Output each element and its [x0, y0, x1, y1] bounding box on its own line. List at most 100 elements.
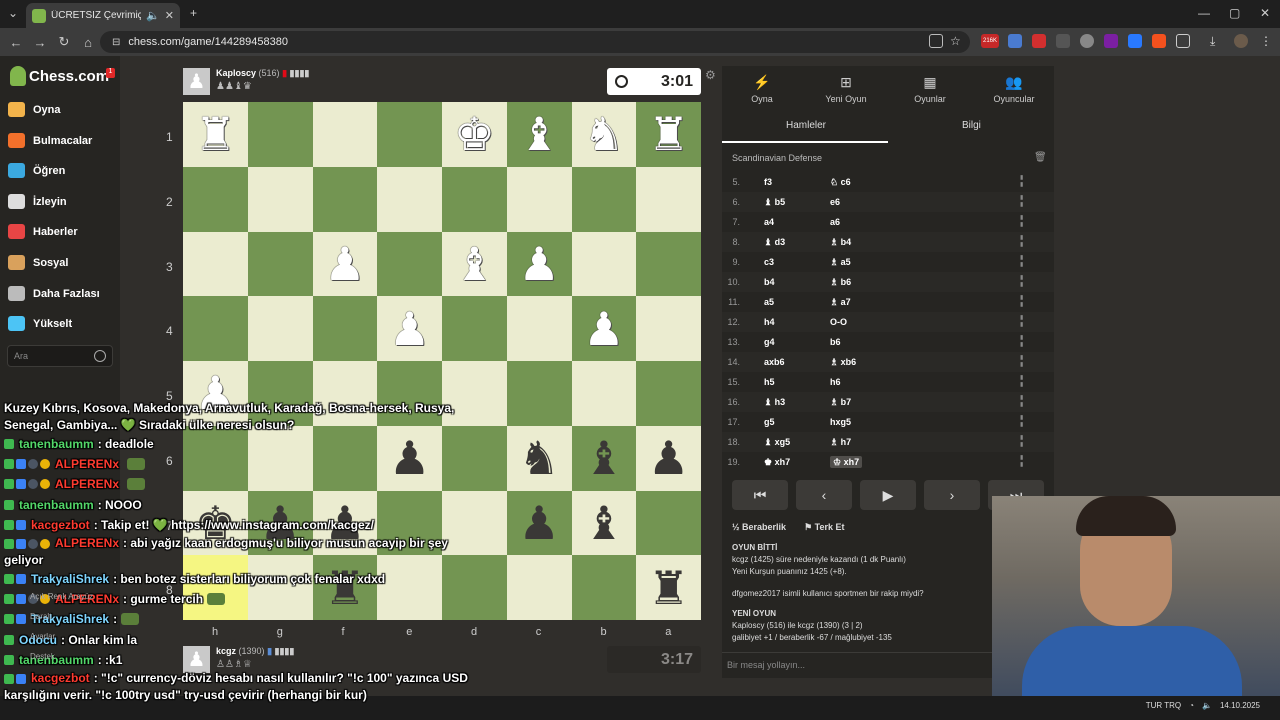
board-square[interactable]: ♟	[571, 296, 637, 361]
black-move[interactable]: ♗ b7	[830, 397, 1020, 408]
black-move[interactable]: a6	[830, 217, 1020, 227]
draw-button[interactable]: ½ Beraberlik	[732, 522, 786, 533]
white-move[interactable]: f3	[764, 177, 830, 187]
sidebar-item-7[interactable]: Yükselt	[8, 316, 72, 331]
white-move[interactable]: axb6	[764, 357, 830, 367]
board-square[interactable]	[571, 555, 637, 620]
black-bishop-piece[interactable]: ♝	[583, 435, 624, 481]
black-move[interactable]: ♗ xb6	[830, 357, 1020, 368]
black-move[interactable]: ♗ b4	[830, 237, 1020, 248]
black-move[interactable]: ♗ h7	[830, 437, 1020, 448]
extension-orange-icon[interactable]	[1152, 34, 1166, 48]
board-square[interactable]	[377, 166, 442, 232]
black-pawn-piece[interactable]: ♟	[519, 500, 560, 546]
white-pawn-piece[interactable]: ♟	[519, 241, 560, 287]
black-move[interactable]: ♘ c6	[830, 177, 1020, 188]
extensions-puzzle-icon[interactable]	[1176, 34, 1190, 48]
home-icon[interactable]: ⌂	[76, 35, 100, 50]
board-square[interactable]: ♟	[506, 490, 572, 556]
tab-new-game[interactable]: ⊞ Yeni Oyun	[806, 74, 886, 104]
board-square[interactable]: ♟	[377, 296, 442, 361]
board-square[interactable]	[636, 490, 701, 556]
board-square[interactable]	[506, 555, 572, 620]
maximize-icon[interactable]: ▢	[1229, 6, 1240, 20]
white-king-piece[interactable]: ♚	[454, 111, 495, 157]
sidebar-item-4[interactable]: Haberler	[8, 224, 78, 239]
board-square[interactable]	[312, 296, 378, 361]
black-move[interactable]: h6	[830, 377, 1020, 387]
speaker-icon[interactable]: 🔈	[146, 9, 160, 22]
board-square[interactable]: ♜	[636, 102, 701, 167]
chat-username[interactable]: ALPERENx	[55, 474, 119, 494]
board-square[interactable]: ♟	[636, 425, 701, 491]
top-player-name-line[interactable]: Kaploscy (516) ▮ ▮▮▮▮	[216, 68, 309, 79]
board-square[interactable]	[571, 361, 637, 426]
black-move[interactable]: ♗ a7	[830, 297, 1020, 308]
board-square[interactable]	[377, 231, 442, 297]
forward-icon[interactable]: →	[28, 35, 52, 50]
board-square[interactable]	[636, 296, 701, 361]
sidebar-item-1[interactable]: Bulmacalar	[8, 133, 92, 148]
wifi-icon[interactable]: ◔	[1189, 701, 1194, 710]
white-pawn-piece[interactable]: ♟	[324, 241, 365, 287]
board-square[interactable]: ♝	[571, 425, 637, 491]
board-square[interactable]: ♞	[571, 102, 637, 167]
sidebar-item-2[interactable]: Öğren	[8, 163, 65, 178]
chesscom-logo[interactable]: Chess.com	[10, 66, 109, 86]
download-icon[interactable]: ⤓	[1210, 34, 1224, 48]
new-tab-icon[interactable]: +	[190, 6, 197, 20]
board-square[interactable]	[636, 231, 701, 297]
board-square[interactable]	[183, 231, 248, 297]
white-knight-piece[interactable]: ♞	[583, 111, 624, 157]
board-square[interactable]	[571, 166, 637, 232]
sidebar-item-6[interactable]: Daha Fazlası	[8, 286, 100, 301]
first-move-button[interactable]: ⏮	[732, 480, 788, 510]
back-icon[interactable]: ←	[4, 35, 28, 50]
sidebar-item-0[interactable]: Oyna	[8, 102, 61, 117]
board-square[interactable]	[312, 102, 378, 167]
browser-menu-icon[interactable]: ⋮	[1260, 34, 1274, 48]
minimize-icon[interactable]: —	[1198, 6, 1210, 20]
volume-icon[interactable]: 🔈	[1202, 701, 1212, 710]
forward-move-button[interactable]: ›	[924, 480, 980, 510]
board-square[interactable]: ♚	[442, 102, 507, 167]
white-move[interactable]: h5	[764, 377, 830, 387]
board-square[interactable]	[183, 296, 248, 361]
top-player-avatar[interactable]: ♟	[183, 68, 210, 95]
chat-username[interactable]: tanenbaumm	[19, 434, 94, 454]
extension-audio-icon[interactable]	[1128, 34, 1142, 48]
board-square[interactable]	[442, 296, 507, 361]
board-square[interactable]	[247, 231, 313, 297]
browser-tab-active[interactable]: ÜCRETSİZ Çevrimiçi Satranç 🔈 ✕	[26, 3, 180, 28]
white-move[interactable]: ♝ xg5	[764, 437, 830, 448]
white-move[interactable]: h4	[764, 317, 830, 327]
tab-players[interactable]: 👥 Oyuncular	[974, 74, 1054, 104]
black-bishop-piece[interactable]: ♝	[583, 500, 624, 546]
trash-icon[interactable]: 🗑	[1034, 152, 1047, 163]
board-square[interactable]	[506, 166, 572, 232]
language-indicator[interactable]: TUR TRQ	[1146, 701, 1181, 710]
extension-adblock-icon[interactable]	[1032, 34, 1046, 48]
previous-move-button[interactable]: ‹	[796, 480, 852, 510]
next-move-button[interactable]: ▶	[860, 480, 916, 510]
white-move[interactable]: a4	[764, 217, 830, 227]
white-move[interactable]: ♚ xh7	[764, 457, 830, 468]
board-square[interactable]: ♞	[506, 425, 572, 491]
black-move[interactable]: O-O	[830, 317, 1020, 327]
board-square[interactable]	[312, 166, 378, 232]
board-square[interactable]	[247, 102, 313, 167]
chat-username[interactable]: kacgezbot	[31, 671, 90, 685]
white-rook-piece[interactable]: ♜	[195, 111, 236, 157]
subtab-info[interactable]: Bilgi	[962, 120, 981, 131]
black-knight-piece[interactable]: ♞	[519, 435, 560, 481]
tab-list-icon[interactable]: ⌄	[8, 6, 18, 20]
sidebar-item-3[interactable]: İzleyin	[8, 194, 67, 209]
taskbar-date[interactable]: 14.10.2025	[1220, 701, 1260, 710]
bookmark-star-icon[interactable]: ☆	[950, 34, 964, 48]
white-bishop-piece[interactable]: ♝	[454, 241, 495, 287]
white-move[interactable]: c3	[764, 257, 830, 267]
black-rook-piece[interactable]: ♜	[648, 565, 689, 611]
white-rook-piece[interactable]: ♜	[648, 111, 689, 157]
board-square[interactable]	[636, 361, 701, 426]
top-player-name[interactable]: Kaploscy	[216, 68, 256, 78]
